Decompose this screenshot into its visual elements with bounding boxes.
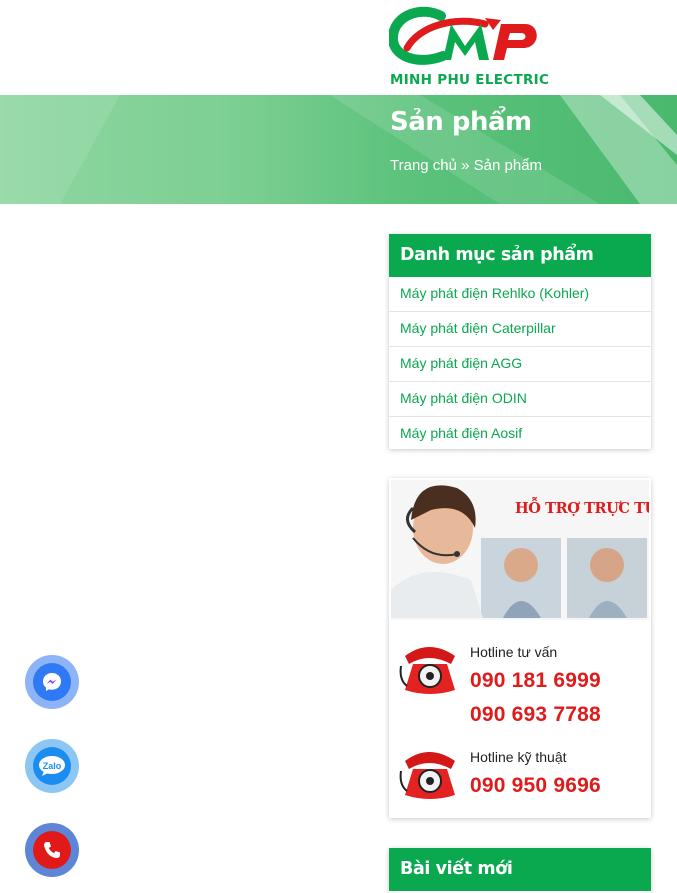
messenger-button[interactable] bbox=[25, 655, 79, 709]
consult-phone-2[interactable]: 090 693 7788 bbox=[470, 703, 601, 727]
cmp-logo-mark bbox=[389, 6, 537, 65]
support-banner-image: HỖ TRỢ TRỰC TUYẾN bbox=[391, 480, 649, 620]
category-list: Máy phát điện Rehlko (Kohler) Máy phát đ… bbox=[389, 277, 651, 451]
zalo-button[interactable]: Zalo bbox=[25, 739, 79, 793]
breadcrumb-home-link[interactable]: Trang chủ bbox=[390, 157, 457, 174]
zalo-label: Zalo bbox=[42, 761, 62, 771]
phone-icon bbox=[44, 842, 60, 858]
consult-hotline-label: Hotline tư vấn bbox=[470, 644, 558, 660]
recent-posts-title: Bài viết mới bbox=[389, 848, 651, 891]
red-phone-icon bbox=[399, 752, 455, 799]
page-title: Sản phẩm bbox=[390, 107, 532, 137]
breadcrumb: Trang chủ » Sản phẩm bbox=[390, 157, 542, 174]
category-link-odin[interactable]: Máy phát điện ODIN bbox=[389, 382, 651, 417]
tech-phone[interactable]: 090 950 9696 bbox=[470, 774, 601, 798]
category-link-caterpillar[interactable]: Máy phát điện Caterpillar bbox=[389, 312, 651, 347]
breadcrumb-separator: » bbox=[461, 157, 470, 174]
support-tagline: HỖ TRỢ TRỰC TUYẾN bbox=[515, 500, 649, 517]
red-phone-icon bbox=[399, 647, 455, 694]
category-link-aosif[interactable]: Máy phát điện Aosif bbox=[389, 417, 651, 451]
consult-phone-1[interactable]: 090 181 6999 bbox=[470, 669, 601, 693]
banner-decoration bbox=[0, 95, 677, 204]
tech-hotline-label: Hotline kỹ thuật bbox=[470, 749, 567, 765]
messenger-icon bbox=[43, 673, 61, 691]
category-link-agg[interactable]: Máy phát điện AGG bbox=[389, 347, 651, 382]
site-header: MINH PHU ELECTRIC bbox=[0, 0, 677, 95]
page-banner bbox=[0, 95, 677, 204]
site-logo[interactable]: MINH PHU ELECTRIC bbox=[389, 4, 549, 88]
recent-posts-widget: Bài viết mới bbox=[389, 848, 651, 893]
logo-text: MINH PHU ELECTRIC bbox=[390, 72, 550, 88]
product-category-widget: Danh mục sản phẩm Máy phát điện Rehlko (… bbox=[389, 234, 651, 449]
call-button[interactable] bbox=[25, 823, 79, 877]
breadcrumb-current: Sản phẩm bbox=[473, 157, 543, 174]
online-support-widget: HỖ TRỢ TRỰC TUYẾN Hotline tư vấn 090 181… bbox=[389, 478, 651, 818]
category-link-rehlko[interactable]: Máy phát điện Rehlko (Kohler) bbox=[389, 277, 651, 312]
category-widget-title: Danh mục sản phẩm bbox=[389, 234, 651, 277]
